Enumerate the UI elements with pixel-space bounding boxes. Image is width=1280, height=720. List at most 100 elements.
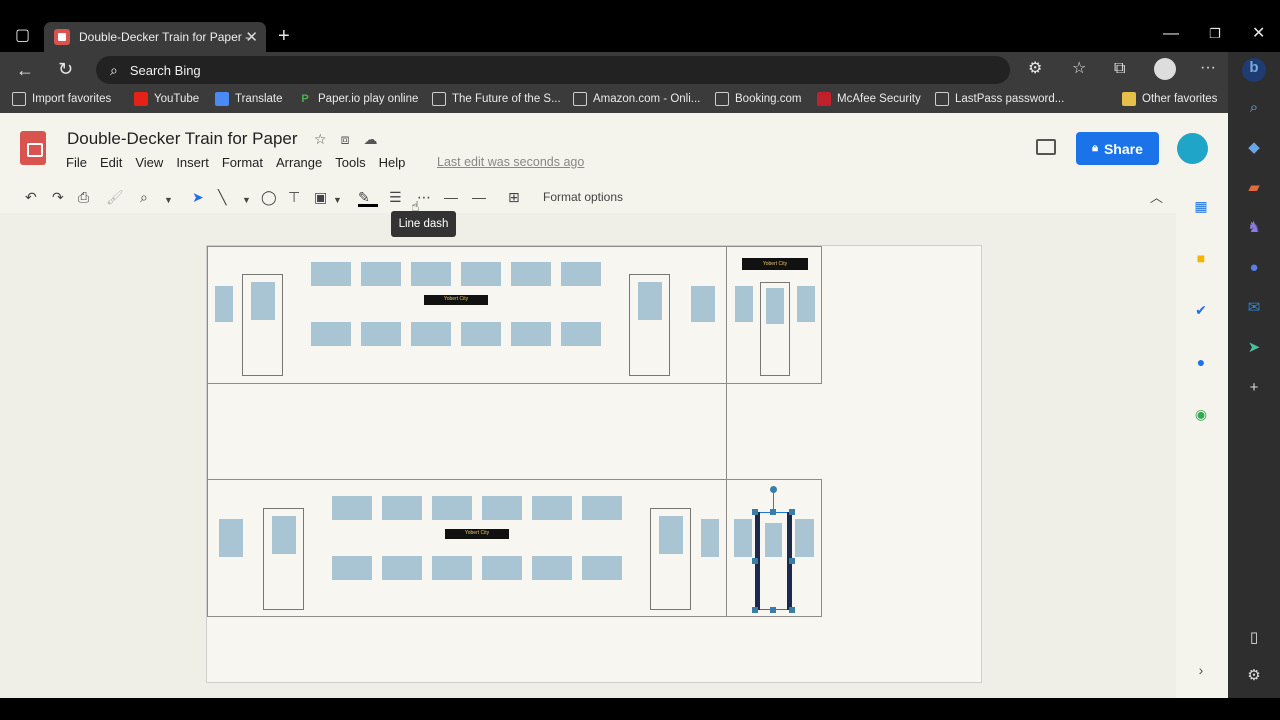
middle-panel[interactable]	[207, 383, 727, 480]
zoom-dropdown-icon[interactable]: ▼	[164, 192, 173, 208]
cloud-status-icon[interactable]: ☁	[363, 131, 391, 147]
favorites-star-icon[interactable]: ☆	[1072, 61, 1086, 77]
select-icon[interactable]: ➤	[192, 189, 204, 205]
collapse-toolbar-icon[interactable]: ︿	[1150, 187, 1163, 206]
window[interactable]	[532, 496, 572, 520]
print-icon[interactable]: ⎙	[78, 189, 89, 205]
window[interactable]	[311, 262, 351, 286]
menu-edit[interactable]: Edit	[100, 155, 122, 170]
favorite-item[interactable]: Booking.com	[715, 92, 801, 106]
window[interactable]	[361, 322, 401, 346]
door-window[interactable]	[659, 516, 683, 554]
shopping-icon[interactable]: ◆	[1244, 138, 1264, 158]
favorite-item[interactable]: McAfee Security	[817, 92, 921, 106]
window[interactable]	[797, 286, 815, 322]
add-sidebar-icon[interactable]: +	[1244, 378, 1264, 398]
tasks-icon[interactable]: ✔	[1192, 301, 1210, 319]
resize-handle[interactable]	[752, 558, 758, 564]
star-icon[interactable]: ☆	[314, 131, 341, 147]
profile-icon[interactable]	[1154, 58, 1176, 80]
window[interactable]	[332, 496, 372, 520]
resize-handle[interactable]	[770, 607, 776, 613]
format-options-button[interactable]: Format options	[543, 190, 623, 204]
window[interactable]	[461, 262, 501, 286]
collections-icon[interactable]: ⧉	[1114, 61, 1125, 77]
favorite-item[interactable]: Translate	[215, 92, 283, 106]
menu-view[interactable]: View	[135, 155, 163, 170]
new-tab-icon[interactable]: +	[278, 26, 290, 46]
border-weight-icon[interactable]: ☰	[389, 189, 402, 205]
menu-arrange[interactable]: Arrange	[276, 155, 322, 170]
split-view-icon[interactable]: ▯	[1244, 628, 1264, 648]
back-icon[interactable]: ←	[16, 61, 34, 79]
comments-icon[interactable]	[1036, 139, 1056, 155]
resize-handle[interactable]	[789, 509, 795, 515]
destination-sign[interactable]: Yobert City	[445, 529, 509, 539]
resize-handle[interactable]	[752, 509, 758, 515]
window[interactable]	[511, 262, 551, 286]
window[interactable]	[795, 519, 814, 557]
keep-icon[interactable]: ■	[1192, 249, 1210, 267]
shape-icon[interactable]: ◯	[261, 189, 277, 205]
last-edit-link[interactable]: Last edit was seconds ago	[437, 155, 584, 169]
share-button[interactable]: 🔒︎ Share	[1076, 132, 1159, 165]
window[interactable]	[701, 519, 719, 557]
line-dropdown-icon[interactable]: ▼	[242, 192, 251, 208]
window[interactable]	[691, 286, 715, 322]
browser-tab[interactable]: Double-Decker Train for Paper - ✕	[44, 22, 266, 52]
window-close-icon[interactable]: ✕	[1252, 26, 1265, 42]
favorite-item[interactable]: P Paper.io play online	[298, 92, 418, 106]
window[interactable]	[582, 556, 622, 580]
window[interactable]	[215, 286, 233, 322]
favorite-item[interactable]: The Future of the S...	[432, 92, 561, 106]
bing-chat-icon[interactable]: b	[1242, 58, 1266, 82]
image-dropdown-icon[interactable]: ▼	[333, 192, 342, 208]
window[interactable]	[432, 496, 472, 520]
window[interactable]	[311, 322, 351, 346]
window[interactable]	[735, 286, 753, 322]
favorite-item[interactable]: LastPass password...	[935, 92, 1064, 106]
window[interactable]	[511, 322, 551, 346]
comment-add-icon[interactable]: ⊞	[508, 189, 520, 205]
minimize-icon[interactable]: —	[1163, 26, 1179, 42]
extensions-icon[interactable]: ⚙	[1028, 61, 1042, 77]
line-start-icon[interactable]: —	[444, 189, 458, 205]
close-tab-icon[interactable]: ✕	[245, 28, 258, 46]
contacts-icon[interactable]: ●	[1192, 353, 1210, 371]
menu-help[interactable]: Help	[379, 155, 406, 170]
menu-insert[interactable]: Insert	[176, 155, 209, 170]
window[interactable]	[411, 322, 451, 346]
more-menu-icon[interactable]: ···	[1200, 60, 1216, 76]
door-window[interactable]	[272, 516, 296, 554]
resize-handle[interactable]	[752, 607, 758, 613]
resize-handle[interactable]	[770, 509, 776, 515]
expand-panel-icon[interactable]: ›	[1192, 661, 1210, 679]
window[interactable]	[532, 556, 572, 580]
redo-icon[interactable]: ↷	[52, 189, 64, 205]
document-title[interactable]: Double-Decker Train for Paper	[67, 129, 298, 149]
line-end-icon[interactable]: —	[472, 189, 486, 205]
window[interactable]	[482, 496, 522, 520]
resize-handle[interactable]	[789, 607, 795, 613]
window[interactable]	[411, 262, 451, 286]
outlook-icon[interactable]: ✉	[1244, 298, 1264, 318]
favorite-item[interactable]: Other favorites	[1122, 92, 1217, 106]
window[interactable]	[361, 262, 401, 286]
drop-icon[interactable]: ➤	[1244, 338, 1264, 358]
undo-icon[interactable]: ↶	[25, 189, 37, 205]
calendar-icon[interactable]: ▦	[1192, 197, 1210, 215]
account-avatar[interactable]	[1177, 133, 1208, 164]
games-icon[interactable]: ♞	[1244, 218, 1264, 238]
line-icon[interactable]: ╲	[218, 189, 226, 205]
move-folder-icon[interactable]: ⧈	[341, 131, 364, 147]
window[interactable]	[332, 556, 372, 580]
window[interactable]	[382, 556, 422, 580]
door-window[interactable]	[766, 288, 784, 324]
sidebar-settings-icon[interactable]: ⚙	[1244, 666, 1264, 686]
image-icon[interactable]: ▣	[314, 189, 327, 205]
window[interactable]	[561, 322, 601, 346]
door-window[interactable]	[638, 282, 662, 320]
restore-icon[interactable]: ❐	[1209, 27, 1221, 40]
zoom-icon[interactable]: ⌕	[140, 189, 148, 205]
slides-logo-icon[interactable]	[20, 131, 46, 165]
